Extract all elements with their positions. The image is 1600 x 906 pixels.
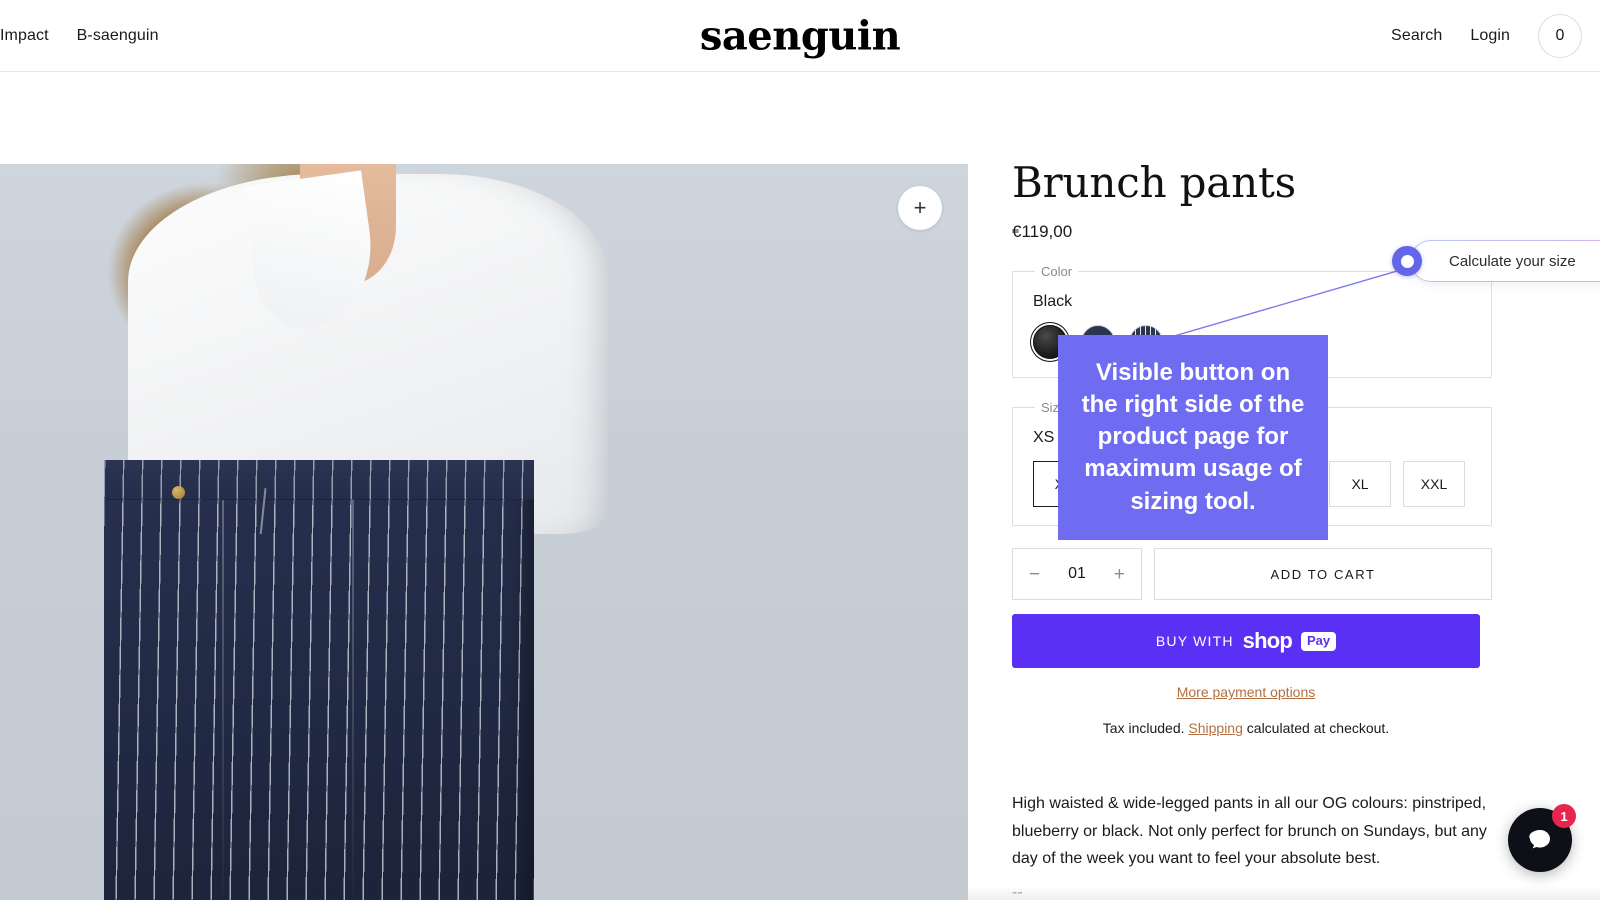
purchase-row: − 01 + ADD TO CART [1012, 548, 1492, 600]
quantity-increase-button[interactable]: + [1114, 565, 1125, 584]
more-payment-options-link[interactable]: More payment options [1012, 684, 1480, 700]
product-description-text: High waisted & wide-legged pants in all … [1012, 795, 1487, 867]
page-title: Brunch pants [1012, 160, 1492, 206]
site-logo[interactable]: saenguin [700, 12, 900, 59]
page-bottom-fade [968, 886, 1600, 900]
nav-link-b-saenguin[interactable]: B-saenguin [77, 27, 159, 45]
shipping-link[interactable]: Shipping [1188, 720, 1243, 736]
size-button-xxl[interactable]: XXL [1403, 461, 1465, 507]
pants-pleat [352, 500, 354, 900]
chat-unread-badge: 1 [1552, 804, 1576, 828]
tax-note-prefix: Tax included. [1103, 720, 1189, 736]
pants-button [172, 486, 185, 499]
quantity-decrease-button[interactable]: − [1029, 565, 1040, 584]
chat-bubble-icon [1523, 823, 1557, 857]
selected-color-value: Black [1033, 293, 1471, 311]
calculate-size-widget[interactable]: Calculate your size [1392, 236, 1422, 276]
product-image-gallery[interactable]: + [0, 164, 968, 900]
add-to-cart-button[interactable]: ADD TO CART [1154, 548, 1492, 600]
annotation-callout: Visible button on the right side of the … [1058, 335, 1328, 540]
ring-icon[interactable] [1392, 246, 1422, 276]
pants-pleat [222, 500, 224, 900]
search-link[interactable]: Search [1391, 27, 1442, 45]
quantity-value: 01 [1068, 565, 1086, 583]
pants-waistband [104, 460, 534, 500]
pants-pocket [260, 488, 303, 538]
tax-and-shipping-note: Tax included. Shipping calculated at che… [1012, 720, 1480, 736]
nav-link-impact[interactable]: Impact [0, 27, 49, 45]
product-photo [0, 164, 968, 900]
primary-nav: Impact B-saenguin [0, 27, 159, 45]
calculate-size-label[interactable]: Calculate your size [1410, 240, 1600, 282]
shop-pay-brand: shop [1243, 628, 1292, 654]
zoom-in-icon[interactable]: + [898, 186, 942, 230]
shop-pay-prefix: BUY WITH [1156, 633, 1234, 649]
size-button-xl[interactable]: XL [1329, 461, 1391, 507]
color-legend: Color [1035, 264, 1078, 279]
tax-note-suffix: calculated at checkout. [1243, 720, 1389, 736]
site-header: Impact B-saenguin saenguin Search Login … [0, 0, 1600, 72]
shop-pay-chip: Pay [1301, 632, 1336, 651]
buy-with-shop-pay-button[interactable]: BUY WITH shop Pay [1012, 614, 1480, 668]
quantity-stepper[interactable]: − 01 + [1012, 548, 1142, 600]
product-pants [104, 460, 534, 900]
login-link[interactable]: Login [1470, 27, 1510, 45]
secondary-nav: Search Login 0 [1391, 14, 1582, 58]
cart-button[interactable]: 0 [1538, 14, 1582, 58]
